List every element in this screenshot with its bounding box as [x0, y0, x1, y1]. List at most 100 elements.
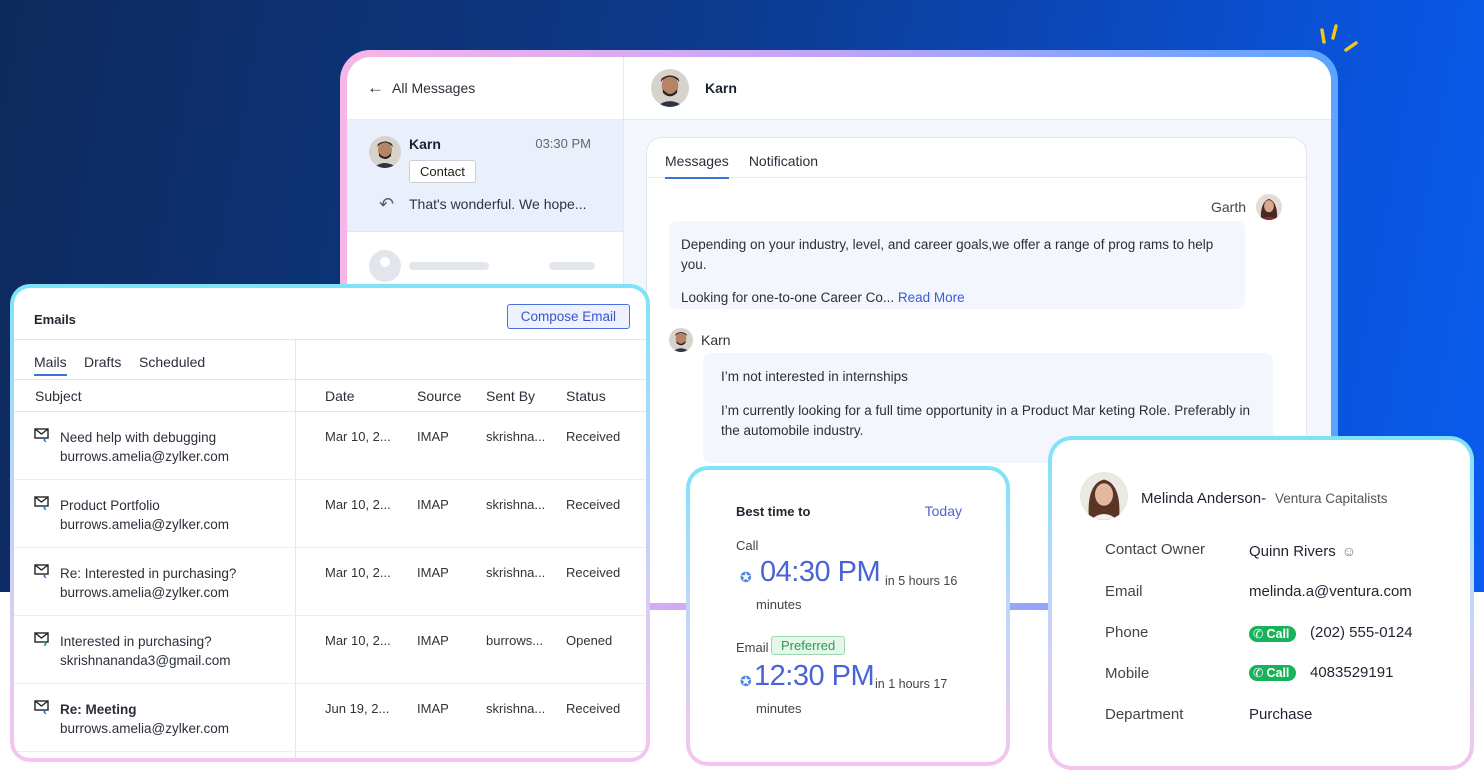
- field-label-phone: Phone: [1105, 624, 1149, 641]
- email-source: IMAP: [417, 565, 449, 580]
- message-text: I’m currently looking for a full time op…: [721, 403, 1250, 438]
- call-relative-time-unit: minutes: [756, 597, 802, 612]
- email-date: Mar 10, 2...: [325, 429, 391, 444]
- mail-received-icon: [34, 564, 49, 578]
- sender-name: Karn: [701, 332, 731, 348]
- email-label: Email: [736, 640, 769, 655]
- reply-icon: ↶: [379, 194, 395, 214]
- field-value-mobile: 4083529191: [1310, 664, 1394, 681]
- mail-sent-icon: [34, 632, 49, 646]
- user-icon[interactable]: ☺: [1342, 543, 1356, 559]
- email-subject: Re: Meeting: [60, 702, 137, 717]
- email-date: Mar 10, 2...: [325, 633, 391, 648]
- email-source: IMAP: [417, 701, 449, 716]
- email-address: burrows.amelia@zylker.com: [60, 585, 230, 600]
- mail-received-icon: [34, 428, 49, 442]
- column-status[interactable]: Status: [566, 388, 606, 404]
- tab-scheduled[interactable]: Scheduled: [139, 354, 205, 370]
- table-header: Subject Date Source Sent By Status: [14, 380, 646, 412]
- contact-name: Melinda Anderson-: [1141, 490, 1267, 507]
- email-address: skrishnananda3@gmail.com: [60, 653, 231, 668]
- chat-contact-name: Karn: [705, 80, 737, 96]
- chat-tabs: Messages Notification: [647, 138, 1306, 179]
- column-source[interactable]: Source: [417, 388, 461, 404]
- column-date[interactable]: Date: [325, 388, 355, 404]
- field-label-email: Email: [1105, 583, 1143, 600]
- call-mobile-button[interactable]: ✆ Call: [1249, 665, 1297, 681]
- phone-icon: ✆: [1253, 666, 1264, 680]
- tab-drafts[interactable]: Drafts: [84, 354, 121, 370]
- column-sent-by[interactable]: Sent By: [486, 388, 535, 404]
- read-more-link[interactable]: Read More: [898, 290, 965, 305]
- email-subject: Re: Interested in purchasing?: [60, 566, 237, 581]
- avatar: [669, 328, 693, 352]
- message-text: Depending on your industry, level, and c…: [681, 237, 1214, 272]
- email-date: Mar 10, 2...: [325, 565, 391, 580]
- emails-title: Emails: [34, 312, 76, 327]
- avatar: [651, 69, 689, 107]
- conversation-preview: That's wonderful. We hope...: [409, 196, 587, 212]
- placeholder-line: [549, 262, 595, 270]
- field-label-department: Department: [1105, 706, 1184, 723]
- email-subject: Need help with debugging: [60, 430, 217, 445]
- mail-received-icon: [34, 496, 49, 510]
- column-subject[interactable]: Subject: [35, 388, 82, 404]
- email-address: burrows.amelia@zylker.com: [60, 721, 230, 736]
- email-relative-time-unit: minutes: [756, 701, 802, 716]
- field-value-phone: (202) 555-0124: [1310, 624, 1413, 641]
- email-status: Received: [566, 701, 621, 716]
- tab-notification[interactable]: Notification: [749, 138, 818, 178]
- best-time-title: Best time to: [736, 504, 811, 519]
- field-value-department: Purchase: [1249, 706, 1313, 723]
- field-label-mobile: Mobile: [1105, 665, 1150, 682]
- call-phone-button[interactable]: ✆ Call: [1249, 626, 1297, 642]
- field-value-contact-owner: Quinn Rivers ☺: [1249, 543, 1356, 560]
- contact-card: Melinda Anderson- Ventura Capitalists Co…: [1048, 436, 1474, 770]
- message-bubble: Depending on your industry, level, and c…: [669, 221, 1245, 309]
- email-subject: Interested in purchasing?: [60, 634, 212, 649]
- email-status: Received: [566, 497, 621, 512]
- email-sent-by: skrishna...: [486, 701, 546, 716]
- best-email-time: 12:30 PM: [754, 660, 875, 692]
- field-value-email[interactable]: melinda.a@ventura.com: [1249, 583, 1412, 600]
- table-row[interactable]: Need help with debugging burrows.amelia@…: [14, 412, 646, 480]
- mail-received-icon: [34, 700, 49, 714]
- email-sent-by: burrows...: [486, 633, 544, 648]
- email-address: burrows.amelia@zylker.com: [60, 449, 230, 464]
- email-sent-by: skrishna...: [486, 497, 546, 512]
- email-status: Opened: [566, 633, 613, 648]
- period-selector[interactable]: Today: [925, 503, 962, 519]
- table-row[interactable]: Interested in purchasing? skrishnananda3…: [14, 616, 646, 684]
- badge-icon: ✪: [740, 673, 752, 689]
- preferred-badge: Preferred: [771, 636, 846, 655]
- call-relative-time: in 5 hours 16: [885, 574, 958, 588]
- email-subject: Product Portfolio: [60, 498, 160, 513]
- message-text: Looking for one-to-one Career Co...: [681, 290, 895, 305]
- best-call-time: 04:30 PM: [760, 556, 881, 588]
- phone-icon: ✆: [1253, 627, 1264, 641]
- owner-name: Quinn Rivers: [1249, 543, 1336, 560]
- table-row[interactable]: Product Portfolio burrows.amelia@zylker.…: [14, 480, 646, 548]
- email-status: Received: [566, 565, 621, 580]
- tab-mails[interactable]: Mails: [34, 354, 67, 376]
- email-date: Mar 10, 2...: [325, 497, 391, 512]
- call-label: Call: [736, 538, 759, 553]
- compose-email-button[interactable]: Compose Email: [506, 304, 630, 329]
- email-source: IMAP: [417, 429, 449, 444]
- back-arrow-icon: ←: [367, 78, 384, 97]
- avatar: [369, 136, 401, 168]
- back-to-all-messages[interactable]: ← All Messages: [347, 57, 623, 120]
- contact-tag: Contact: [409, 160, 476, 183]
- table-row[interactable]: Re: Interested in purchasing? burrows.am…: [14, 548, 646, 616]
- table-row[interactable]: Re: Meeting burrows.amelia@zylker.com Ju…: [14, 684, 646, 752]
- email-source: IMAP: [417, 633, 449, 648]
- back-label: All Messages: [392, 80, 476, 96]
- tab-messages[interactable]: Messages: [665, 138, 729, 179]
- emails-panel: Emails Compose Email Mails Drafts Schedu…: [10, 284, 650, 762]
- avatar: [1256, 194, 1282, 220]
- email-tabs: Mails Drafts Scheduled: [14, 340, 646, 380]
- email-sent-by: skrishna...: [486, 565, 546, 580]
- conversation-item-karn[interactable]: Karn 03:30 PM Contact ↶ That's wonderful…: [347, 120, 623, 232]
- email-status: Received: [566, 429, 621, 444]
- email-sent-by: skrishna...: [486, 429, 546, 444]
